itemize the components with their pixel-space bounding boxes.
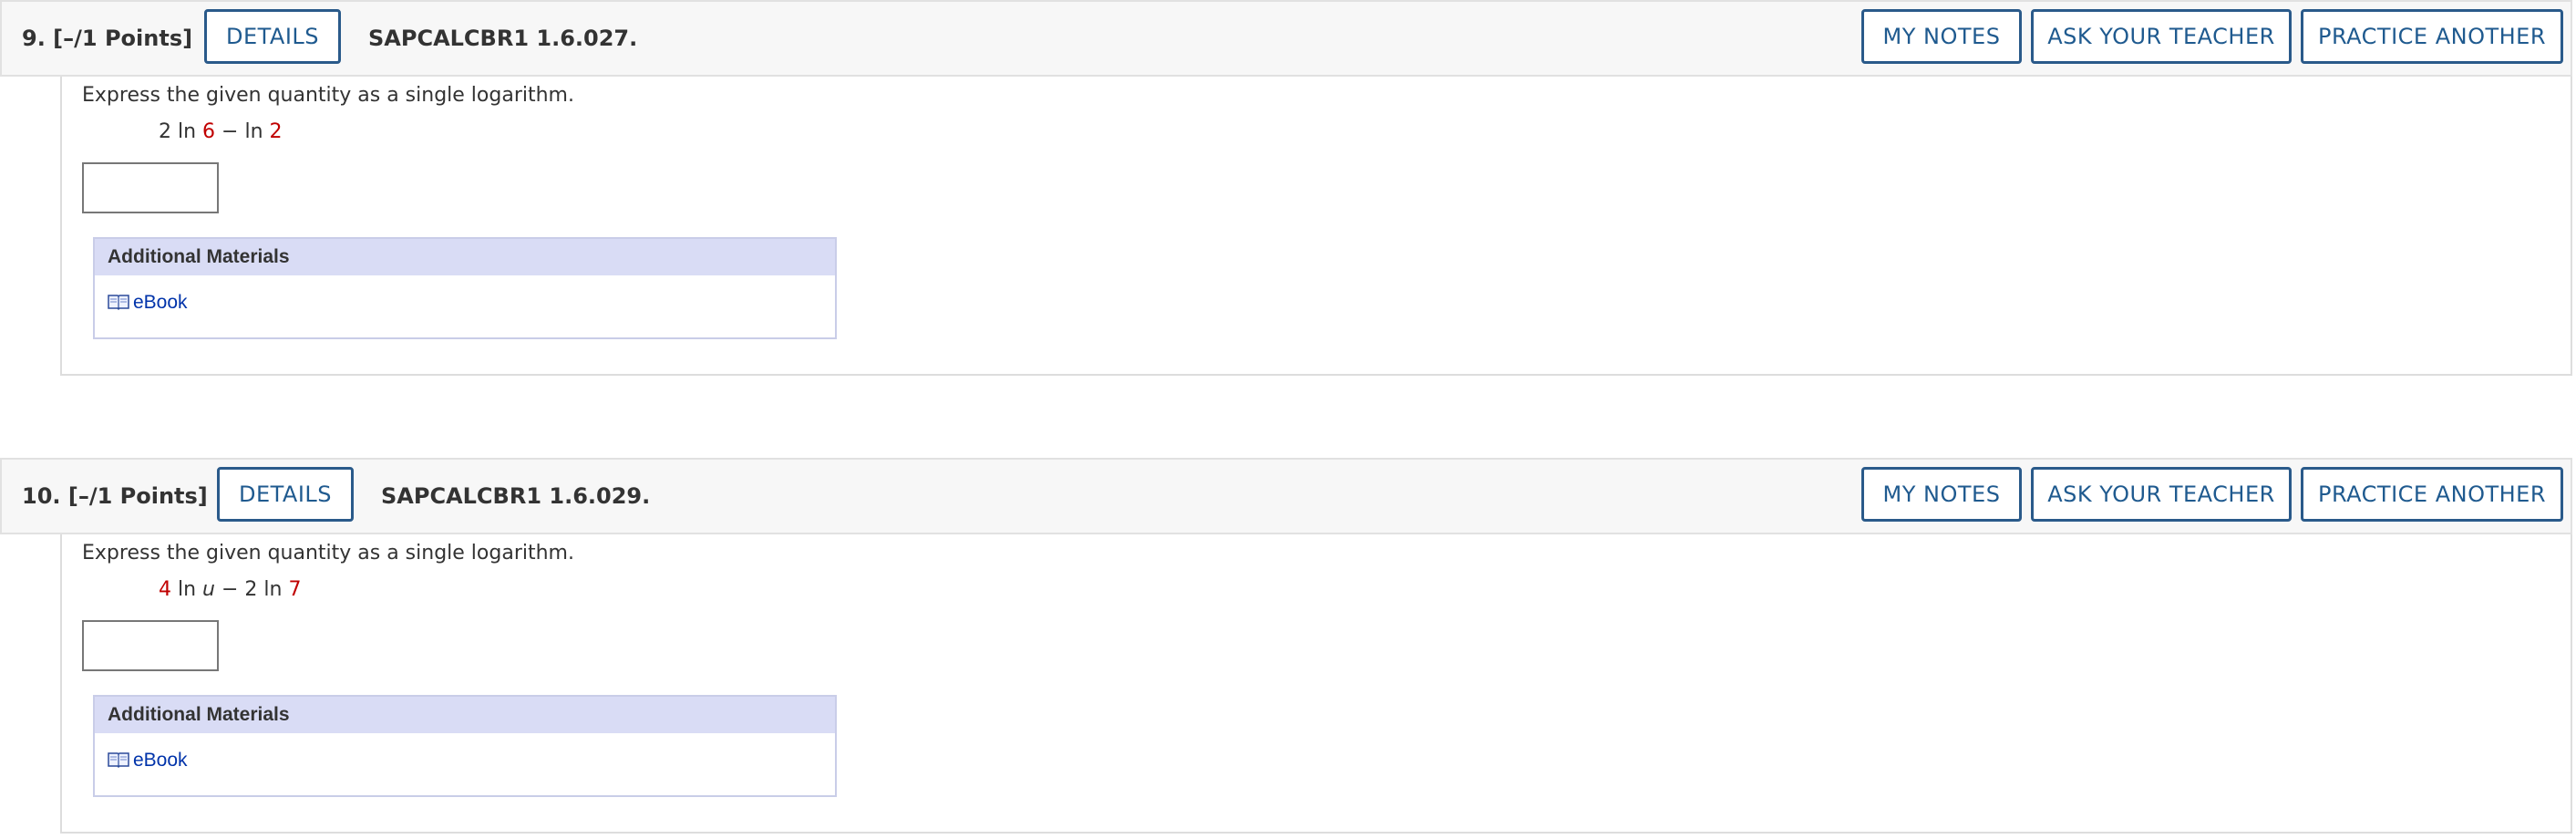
open-book-icon — [108, 751, 129, 769]
answer-input[interactable] — [82, 620, 219, 671]
practice-another-button[interactable]: PRACTICE ANOTHER — [2301, 467, 2563, 522]
additional-materials-panel: Additional Materials eBook — [93, 695, 837, 797]
details-button[interactable]: DETAILS — [217, 467, 354, 522]
additional-materials-title: Additional Materials — [95, 697, 835, 733]
question-code: SAPCALCBR1 1.6.029. — [381, 483, 651, 509]
question-points-label: 9. [–/1 Points] — [22, 26, 193, 51]
expr-highlight: 2 — [269, 120, 283, 143]
expr-part: 2 ln — [159, 120, 203, 143]
ebook-label: eBook — [133, 292, 188, 313]
question-body: Express the given quantity as a single l… — [60, 77, 2572, 376]
expr-highlight: 7 — [288, 578, 302, 601]
additional-materials-panel: Additional Materials eBook — [93, 237, 837, 339]
ebook-link[interactable]: eBook — [108, 750, 188, 772]
expr-part: − 2 ln — [215, 578, 289, 601]
question-code: SAPCALCBR1 1.6.027. — [368, 26, 638, 51]
ask-your-teacher-button[interactable]: ASK YOUR TEACHER — [2031, 9, 2292, 64]
math-expression: 2 ln 6 − ln 2 — [159, 120, 283, 143]
ebook-label: eBook — [133, 750, 188, 771]
question-header: 9. [–/1 Points] DETAILS SAPCALCBR1 1.6.0… — [0, 0, 2572, 77]
expr-part: − ln — [215, 120, 270, 143]
question-prompt: Express the given quantity as a single l… — [82, 542, 574, 565]
my-notes-button[interactable]: MY NOTES — [1861, 467, 2022, 522]
my-notes-button[interactable]: MY NOTES — [1861, 9, 2022, 64]
additional-materials-title: Additional Materials — [95, 239, 835, 275]
expr-variable: u — [202, 578, 215, 601]
ebook-link[interactable]: eBook — [108, 292, 188, 314]
details-button[interactable]: DETAILS — [204, 9, 341, 64]
question-prompt: Express the given quantity as a single l… — [82, 84, 574, 107]
answer-input[interactable] — [82, 162, 219, 213]
practice-another-button[interactable]: PRACTICE ANOTHER — [2301, 9, 2563, 64]
question-points-label: 10. [–/1 Points] — [22, 483, 208, 509]
ask-your-teacher-button[interactable]: ASK YOUR TEACHER — [2031, 467, 2292, 522]
question-body: Express the given quantity as a single l… — [60, 534, 2572, 834]
question-header: 10. [–/1 Points] DETAILS SAPCALCBR1 1.6.… — [0, 458, 2572, 534]
expr-highlight: 4 — [159, 578, 171, 601]
expr-highlight: 6 — [202, 120, 216, 143]
open-book-icon — [108, 293, 129, 311]
math-expression: 4 ln u − 2 ln 7 — [159, 578, 301, 601]
expr-part: ln — [171, 578, 203, 601]
